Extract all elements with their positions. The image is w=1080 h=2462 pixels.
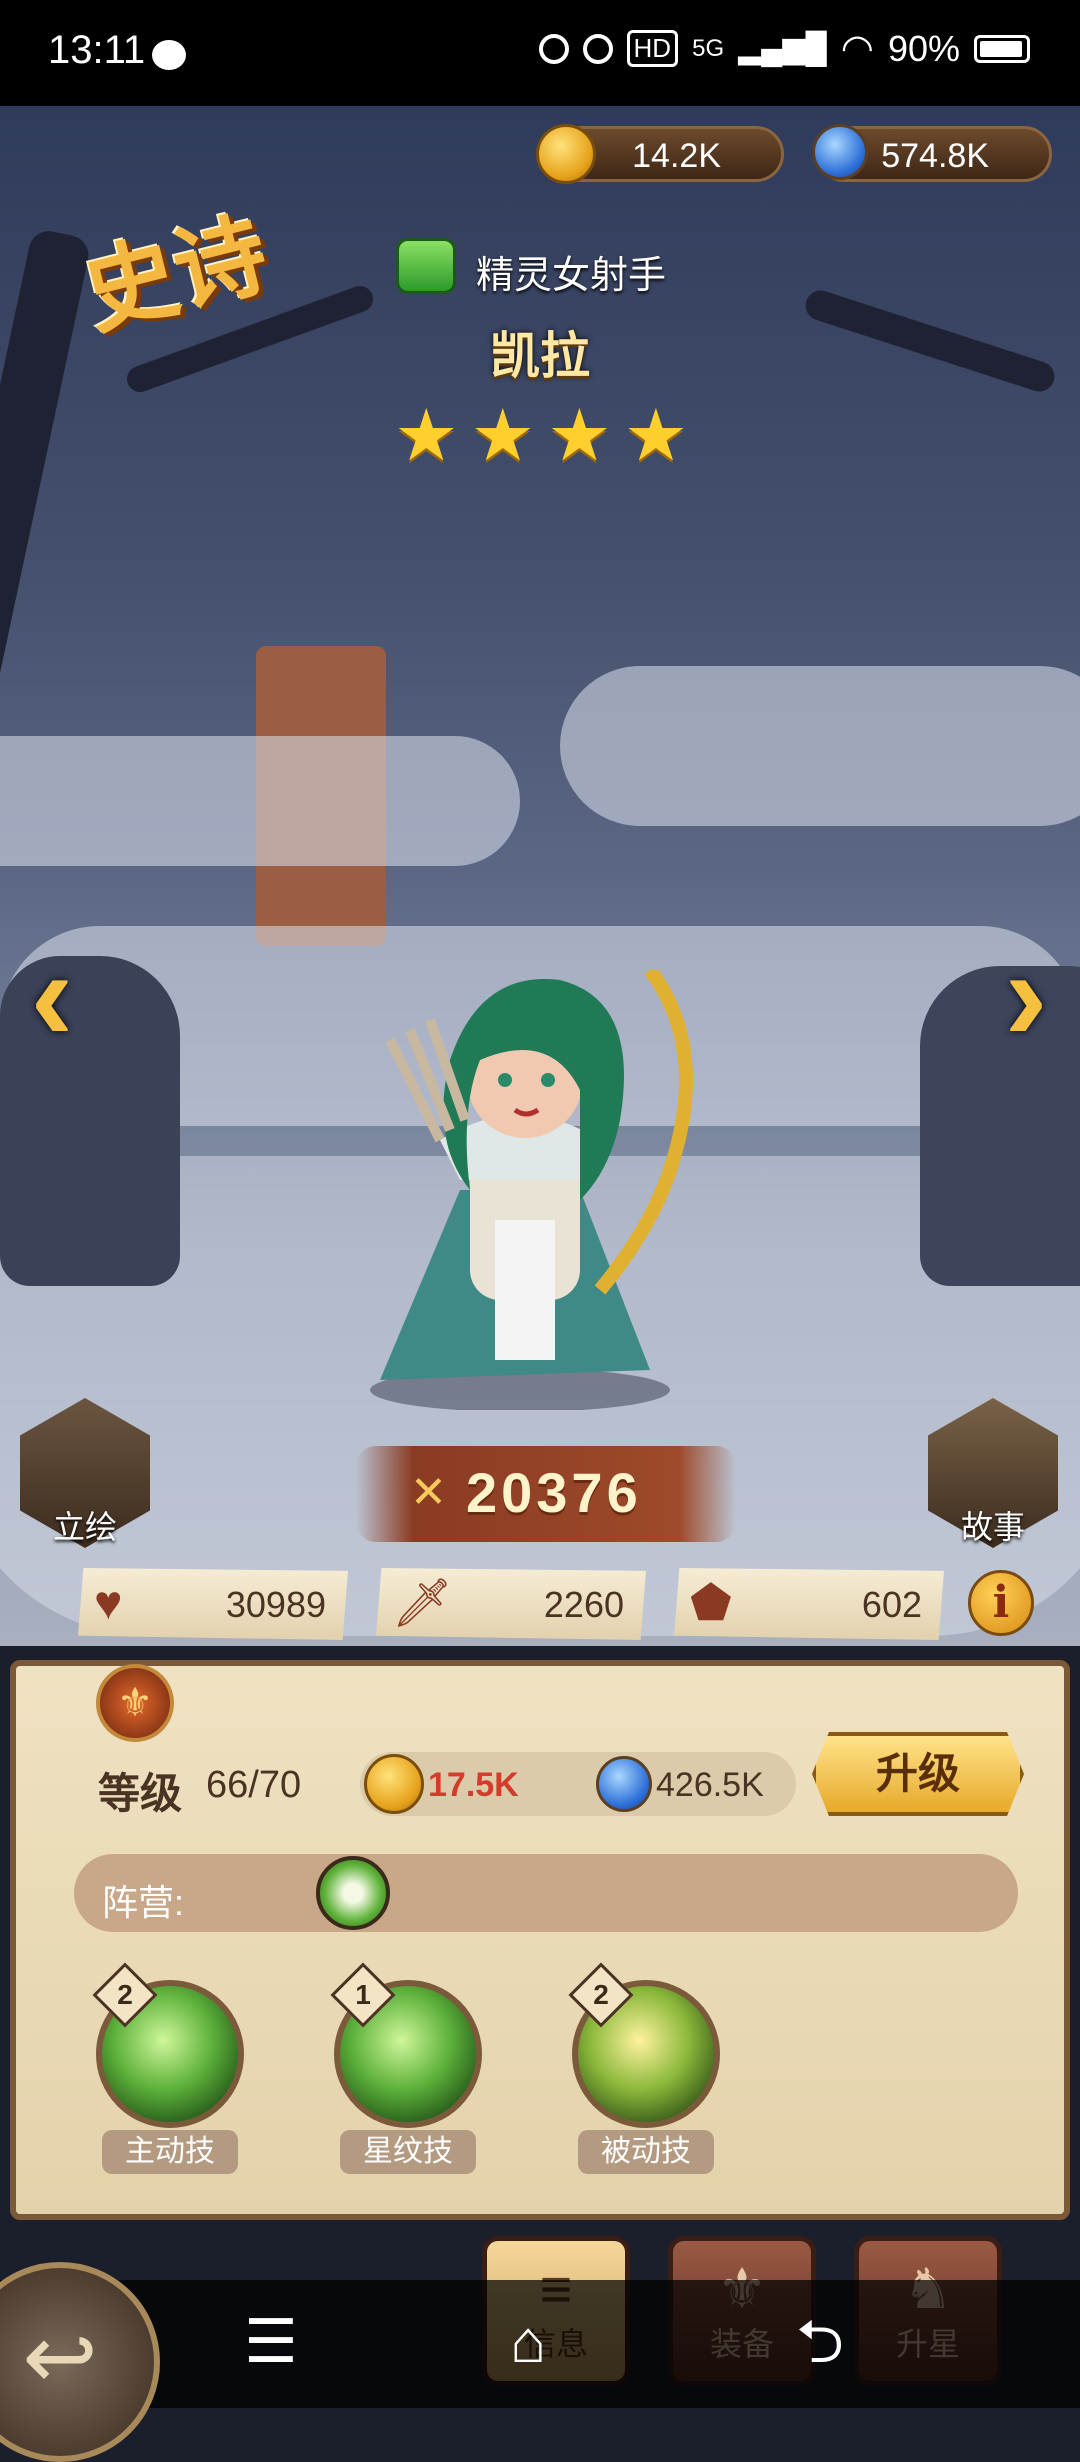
star-skill-label: 星纹技 [340,2130,476,2174]
exp-potion-icon [596,1756,652,1812]
active-skill-level: 2 [117,1979,133,2010]
info-button-icon[interactable]: i [968,1570,1034,1636]
hd-icon: HD [626,30,679,67]
home-icon[interactable]: ⌂ [510,2312,546,2372]
story-button[interactable]: 故事 [928,1398,1058,1548]
hero-emblem-icon: ⚜ [96,1664,174,1742]
upgrade-exp-cost: 426.5K [656,1766,764,1804]
next-hero-arrow-icon[interactable]: › [996,920,1056,1070]
hero-character-illustration [370,970,693,1410]
headset-icon [538,33,569,64]
cloud [0,736,520,866]
defense-value: 602 [861,1584,922,1625]
star-skill-level: 1 [355,1979,371,2010]
shield-icon: ⬟ [690,1577,732,1630]
alarm-icon [582,33,613,64]
back-icon[interactable]: ⮌ [796,2312,844,2372]
battery-icon [974,34,1030,63]
passive-skill-label: 被动技 [578,2130,714,2174]
upgrade-gold-cost: 17.5K [428,1766,519,1804]
attack-stat: 🗡 2260 [376,1568,646,1640]
exp-potion-amount: 574.8K [881,137,989,175]
active-skill-label: 主动技 [102,2130,238,2174]
menu-icon[interactable]: ☰ [244,2312,298,2372]
hero-class-name: 精灵女射手 [476,255,667,297]
story-label: 故事 [960,1509,1025,1545]
star-icon: ★ [547,396,612,476]
portrait-label: 立绘 [52,1509,117,1545]
star-icon: ★ [470,396,536,476]
heart-icon: ♥ [94,1577,123,1630]
class-wind-icon [396,238,456,294]
status-icons: HD 5G ▂▄▆█ ◠ 90% [538,26,1030,71]
portrait-button[interactable]: 立绘 [20,1398,150,1548]
exp-potion-icon [812,124,868,180]
upgrade-button[interactable]: 升级 [812,1732,1024,1816]
passive-skill-level: 2 [593,1979,609,2010]
hp-stat: ♥ 30989 [78,1568,348,1640]
faction-label: 阵营: [102,1882,185,1923]
signal-bars-icon: ▂▄▆█ [738,32,827,65]
star-icon: ★ [623,396,689,476]
faction-wind-icon[interactable] [316,1856,390,1930]
wechat-notification-icon [152,40,186,70]
crossed-swords-icon: ✕ [410,1468,447,1517]
faction-bar [74,1854,1018,1932]
battery-percent: 90% [887,27,960,69]
attack-value: 2260 [543,1584,624,1625]
gold-coin-icon [364,1754,424,1814]
wifi-icon: ◠ [840,28,874,70]
previous-hero-arrow-icon[interactable]: ‹ [22,920,82,1070]
status-time: 13:11 [48,28,146,72]
hero-stars: ★ ★ ★ ★ [394,400,688,472]
status-bar: 13:11 HD 5G ▂▄▆█ ◠ 90% [0,0,1080,106]
cloud [560,666,1080,826]
tree-branch-right [801,286,1059,396]
level-label: 等级 [98,1770,183,1817]
gold-amount: 14.2K [632,137,721,175]
combat-power-value: 20376 [466,1461,642,1524]
star-icon: ★ [394,396,459,476]
hero-name: 凯拉 [490,328,590,384]
defense-stat: ⬟ 602 [674,1568,944,1640]
gold-coin-icon [536,124,596,184]
hp-value: 30989 [225,1584,326,1625]
level-value: 66/70 [206,1764,302,1806]
signal-label: 5G [692,34,725,62]
sword-icon: 🗡 [392,1577,453,1630]
